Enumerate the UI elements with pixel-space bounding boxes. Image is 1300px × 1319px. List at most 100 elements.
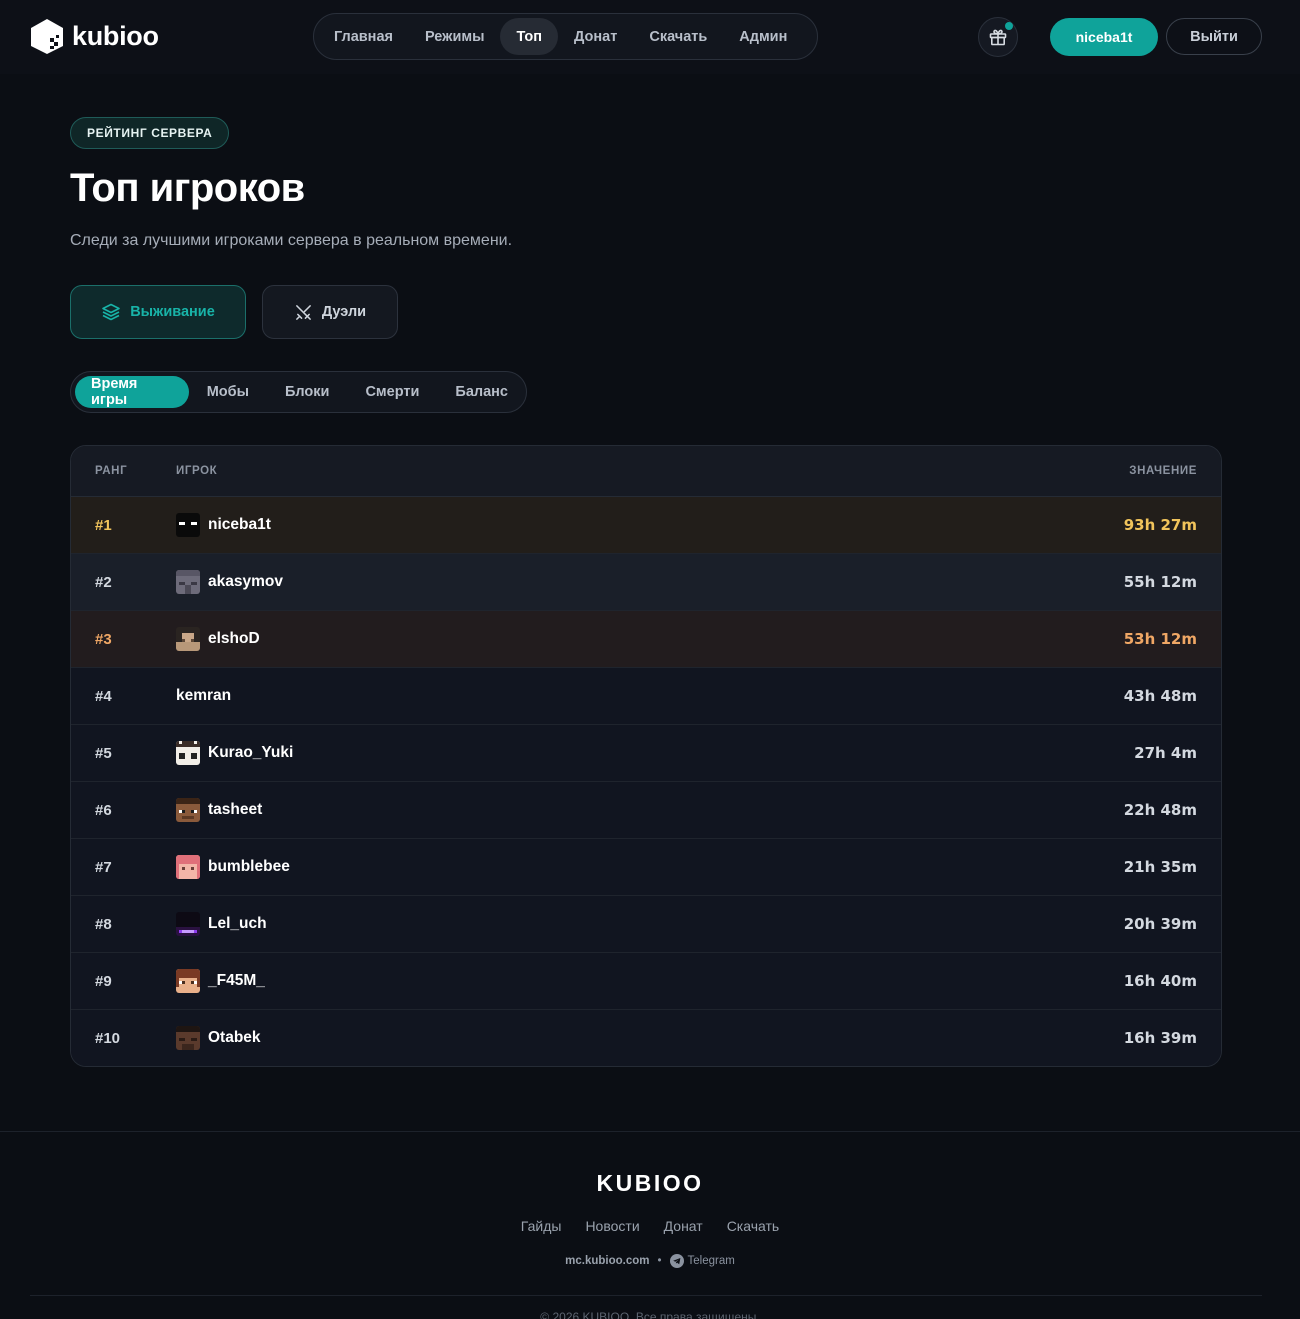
copyright-text: © 2026 KUBIOO. Все права защищены. — [540, 1310, 760, 1319]
column-header-value: ЗНАЧЕНИЕ — [1129, 465, 1197, 477]
player-name: tasheet — [208, 801, 263, 818]
player-cell: Otabek — [176, 1010, 261, 1066]
table-row[interactable]: #8 Lel_uch 20h 39m — [71, 896, 1221, 953]
nav-item-admin[interactable]: Админ — [723, 18, 803, 55]
rank-cell: #1 — [95, 516, 112, 534]
player-cell: Kurao_Yuki — [176, 725, 293, 781]
logout-button[interactable]: Выйти — [1166, 18, 1262, 55]
footer-logo[interactable]: KUBIOO — [0, 1170, 1300, 1197]
footer-link-download[interactable]: Скачать — [727, 1218, 780, 1234]
player-avatar — [176, 513, 200, 537]
table-row[interactable]: #6 tasheet 22h 48m — [71, 782, 1221, 839]
rank-cell: #4 — [95, 687, 112, 705]
player-name: Otabek — [208, 1029, 261, 1046]
table-header: РАНГ ИГРОК ЗНАЧЕНИЕ — [71, 446, 1221, 497]
page-subtitle: Следи за лучшими игроками сервера в реал… — [70, 232, 513, 249]
table-row[interactable]: #2 akasymov 55h 12m — [71, 554, 1221, 611]
player-cell: _F45M_ — [176, 953, 265, 1009]
mode-survival-label: Выживание — [130, 304, 215, 320]
footer-link-news[interactable]: Новости — [585, 1218, 639, 1234]
table-row[interactable]: #4 kemran 43h 48m — [71, 668, 1221, 725]
nav-item-top[interactable]: Топ — [500, 18, 559, 55]
player-name: niceba1t — [208, 516, 271, 533]
player-avatar — [176, 912, 200, 936]
telegram-link[interactable]: Telegram — [669, 1254, 735, 1268]
table-row[interactable]: #1 niceba1t 93h 27m — [71, 497, 1221, 554]
player-avatar — [176, 627, 200, 651]
player-avatar — [176, 855, 200, 879]
footer-link-donate[interactable]: Донат — [664, 1218, 703, 1234]
value-cell: 21h 35m — [1123, 858, 1197, 876]
notification-dot — [1005, 22, 1013, 30]
footer-meta: mc.kubioo.com • Telegram — [0, 1254, 1300, 1268]
value-cell: 16h 39m — [1123, 1029, 1197, 1047]
value-cell: 53h 12m — [1123, 630, 1197, 648]
leaderboard-table: РАНГ ИГРОК ЗНАЧЕНИЕ #1 niceba1t 93h 27m … — [70, 445, 1222, 1067]
tab-mobs[interactable]: Мобы — [189, 376, 267, 408]
value-cell: 43h 48m — [1123, 687, 1197, 705]
rank-cell: #10 — [95, 1029, 121, 1047]
table-row[interactable]: #5 Kurao_Yuki 27h 4m — [71, 725, 1221, 782]
player-avatar — [176, 741, 200, 765]
tab-deaths[interactable]: Смерти — [347, 376, 437, 408]
value-cell: 55h 12m — [1123, 573, 1197, 591]
player-name: elshoD — [208, 630, 260, 647]
page-title: Топ игроков — [70, 166, 305, 210]
player-avatar — [176, 969, 200, 993]
player-cell: kemran — [176, 668, 231, 724]
table-row[interactable]: #7 bumblebee 21h 35m — [71, 839, 1221, 896]
stat-tabs: Время игры Мобы Блоки Смерти Баланс — [70, 371, 527, 413]
player-name: akasymov — [208, 573, 283, 590]
user-profile-button[interactable]: niceba1t — [1050, 18, 1158, 56]
rank-cell: #3 — [95, 630, 112, 648]
main-nav: Главная Режимы Топ Донат Скачать Админ — [313, 13, 818, 60]
player-cell: elshoD — [176, 611, 260, 667]
player-name: _F45M_ — [208, 972, 265, 989]
rank-cell: #6 — [95, 801, 112, 819]
section-badge: РЕЙТИНГ СЕРВЕРА — [70, 117, 230, 149]
player-cell: tasheet — [176, 782, 262, 838]
server-address[interactable]: mc.kubioo.com — [565, 1255, 649, 1267]
value-cell: 20h 39m — [1123, 915, 1197, 933]
value-cell: 16h 40m — [1123, 972, 1197, 990]
player-cell: akasymov — [176, 554, 283, 610]
value-cell: 22h 48m — [1123, 801, 1197, 819]
mode-survival-button[interactable]: Выживание — [70, 285, 246, 339]
swords-icon — [296, 304, 311, 320]
footer-separator: • — [657, 1255, 662, 1267]
rank-cell: #8 — [95, 915, 112, 933]
player-cell: Lel_uch — [176, 896, 267, 952]
player-name: bumblebee — [208, 858, 290, 875]
rank-cell: #9 — [95, 972, 112, 990]
nav-item-donate[interactable]: Донат — [558, 18, 633, 55]
player-avatar — [176, 798, 200, 822]
footer-link-guides[interactable]: Гайды — [521, 1218, 562, 1234]
nav-item-download[interactable]: Скачать — [633, 18, 723, 55]
gift-button[interactable] — [978, 17, 1018, 57]
nav-item-home[interactable]: Главная — [318, 18, 409, 55]
tab-playtime[interactable]: Время игры — [75, 376, 189, 408]
player-cell: niceba1t — [176, 497, 271, 553]
logo-cube-icon — [31, 19, 63, 54]
player-name: Lel_uch — [208, 915, 267, 932]
footer-divider-bottom — [30, 1295, 1262, 1296]
player-avatar — [176, 570, 200, 594]
logo[interactable]: kubioo — [30, 18, 159, 55]
mode-duels-label: Дуэли — [321, 304, 367, 320]
top-header: kubioo Главная Режимы Топ Донат Скачать … — [0, 0, 1300, 74]
layers-icon — [102, 303, 121, 321]
column-header-rank: РАНГ — [95, 465, 128, 477]
table-row[interactable]: #9 _F45M_ 16h 40m — [71, 953, 1221, 1010]
rank-cell: #7 — [95, 858, 112, 876]
player-name: Kurao_Yuki — [208, 744, 294, 761]
player-cell: bumblebee — [176, 839, 290, 895]
footer-links: Гайды Новости Донат Скачать — [0, 1218, 1300, 1234]
tab-blocks[interactable]: Блоки — [267, 376, 347, 408]
table-row[interactable]: #10 Otabek 16h 39m — [71, 1010, 1221, 1066]
mode-duels-button[interactable]: Дуэли — [262, 285, 398, 339]
nav-item-modes[interactable]: Режимы — [409, 18, 501, 55]
player-name: kemran — [176, 687, 232, 704]
table-row[interactable]: #3 elshoD 53h 12m — [71, 611, 1221, 668]
logo-text: kubioo — [72, 21, 159, 51]
tab-balance[interactable]: Баланс — [437, 376, 526, 408]
